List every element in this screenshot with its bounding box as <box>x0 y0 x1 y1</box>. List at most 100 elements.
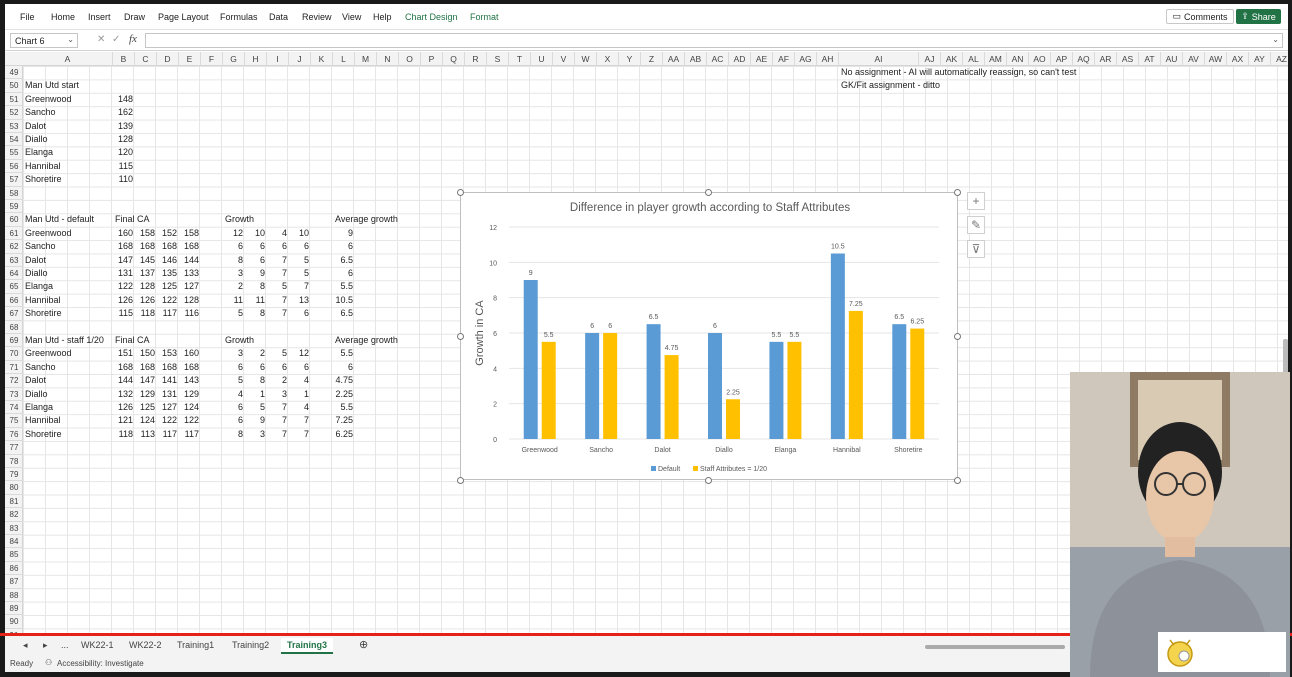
final-ca-value[interactable]: 152 <box>159 227 177 240</box>
player-name[interactable]: Greenwood <box>25 227 72 240</box>
growth-value[interactable]: 6 <box>225 414 243 427</box>
menu-insert[interactable]: Insert <box>88 12 111 22</box>
growth-value[interactable]: 12 <box>291 347 309 360</box>
growth-value[interactable]: 2 <box>269 374 287 387</box>
growth-value[interactable]: 9 <box>247 414 265 427</box>
column-header[interactable]: AA <box>663 52 685 66</box>
column-header[interactable]: AN <box>1007 52 1029 66</box>
resize-handle[interactable] <box>954 333 961 340</box>
start-ca-value[interactable]: 120 <box>115 146 133 159</box>
final-ca-value[interactable]: 168 <box>115 361 133 374</box>
player-name[interactable]: Elanga <box>25 401 53 414</box>
growth-value[interactable]: 11 <box>247 294 265 307</box>
menu-page-layout[interactable]: Page Layout <box>158 12 209 22</box>
row-header[interactable]: 64 <box>5 267 23 281</box>
growth-value[interactable]: 5 <box>247 401 265 414</box>
column-header[interactable]: U <box>531 52 553 66</box>
row-header[interactable]: 88 <box>5 589 23 602</box>
tab-more[interactable]: ... <box>55 638 75 652</box>
resize-handle[interactable] <box>457 189 464 196</box>
start-ca-value[interactable]: 115 <box>115 160 133 173</box>
growth-value[interactable]: 1 <box>291 388 309 401</box>
growth-value[interactable]: 8 <box>247 307 265 320</box>
final-ca-value[interactable]: 127 <box>159 401 177 414</box>
row-header[interactable]: 69 <box>5 334 23 348</box>
final-ca-value[interactable]: 151 <box>115 347 133 360</box>
check-icon[interactable]: ✓ <box>112 34 120 45</box>
header-growth[interactable]: Growth <box>225 213 254 226</box>
average-growth-value[interactable]: 9 <box>335 227 353 240</box>
column-header[interactable]: M <box>355 52 377 66</box>
average-growth-value[interactable]: 6 <box>335 361 353 374</box>
column-header[interactable]: Y <box>619 52 641 66</box>
row-header[interactable]: 51 <box>5 93 23 107</box>
column-header[interactable]: V <box>553 52 575 66</box>
final-ca-value[interactable]: 135 <box>159 267 177 280</box>
final-ca-value[interactable]: 168 <box>115 240 133 253</box>
row-header[interactable]: 74 <box>5 401 23 415</box>
row-header[interactable]: 66 <box>5 294 23 308</box>
column-header[interactable]: D <box>157 52 179 66</box>
growth-value[interactable]: 7 <box>269 414 287 427</box>
start-ca-value[interactable]: 128 <box>115 133 133 146</box>
column-header[interactable]: AF <box>773 52 795 66</box>
column-header[interactable]: AB <box>685 52 707 66</box>
average-growth-value[interactable]: 2.25 <box>335 388 353 401</box>
growth-value[interactable]: 4 <box>225 388 243 401</box>
menu-view[interactable]: View <box>342 12 361 22</box>
column-header[interactable]: AJ <box>919 52 941 66</box>
growth-value[interactable]: 3 <box>225 267 243 280</box>
row-header[interactable]: 54 <box>5 133 23 147</box>
menu-draw[interactable]: Draw <box>124 12 145 22</box>
player-name[interactable]: Dalot <box>25 374 46 387</box>
player-name[interactable]: Hannibal <box>25 160 61 173</box>
resize-handle[interactable] <box>954 477 961 484</box>
menu-file[interactable]: File <box>20 12 35 22</box>
final-ca-value[interactable]: 113 <box>137 428 155 441</box>
column-header[interactable]: R <box>465 52 487 66</box>
cancel-icon[interactable]: ✕ <box>97 34 105 45</box>
final-ca-value[interactable]: 127 <box>181 280 199 293</box>
final-ca-value[interactable]: 122 <box>115 280 133 293</box>
final-ca-value[interactable]: 117 <box>159 428 177 441</box>
final-ca-value[interactable]: 133 <box>181 267 199 280</box>
column-header[interactable]: AP <box>1051 52 1073 66</box>
growth-value[interactable]: 7 <box>269 428 287 441</box>
row-header[interactable]: 83 <box>5 522 23 535</box>
final-ca-value[interactable]: 145 <box>137 254 155 267</box>
column-header[interactable]: AY <box>1249 52 1271 66</box>
column-header[interactable]: AZ <box>1271 52 1288 66</box>
growth-value[interactable]: 5 <box>225 307 243 320</box>
row-header[interactable]: 55 <box>5 146 23 160</box>
final-ca-value[interactable]: 168 <box>137 361 155 374</box>
column-header[interactable]: C <box>135 52 157 66</box>
menu-chart-design[interactable]: Chart Design <box>405 12 458 22</box>
growth-value[interactable]: 4 <box>269 227 287 240</box>
growth-value[interactable]: 6 <box>225 361 243 374</box>
column-header[interactable]: AK <box>941 52 963 66</box>
growth-value[interactable]: 10 <box>291 227 309 240</box>
final-ca-value[interactable]: 144 <box>181 254 199 267</box>
resize-handle[interactable] <box>705 477 712 484</box>
column-header[interactable]: G <box>223 52 245 66</box>
column-header[interactable]: K <box>311 52 333 66</box>
row-header[interactable]: 71 <box>5 361 23 375</box>
column-header[interactable]: AV <box>1183 52 1205 66</box>
column-header[interactable]: AW <box>1205 52 1227 66</box>
start-ca-value[interactable]: 162 <box>115 106 133 119</box>
tab-training3[interactable]: Training3 <box>281 638 334 654</box>
average-growth-value[interactable]: 10.5 <box>335 294 353 307</box>
average-growth-value[interactable]: 7.25 <box>335 414 353 427</box>
player-name[interactable]: Hannibal <box>25 414 61 427</box>
expand-formula-icon[interactable]: ⌄ <box>1272 35 1279 44</box>
header-final-ca[interactable]: Final CA <box>115 213 150 226</box>
comments-button[interactable]: ▭ Comments <box>1166 9 1234 24</box>
row-header[interactable]: 62 <box>5 240 23 254</box>
final-ca-value[interactable]: 115 <box>115 307 133 320</box>
growth-value[interactable]: 8 <box>225 428 243 441</box>
column-header[interactable]: W <box>575 52 597 66</box>
growth-value[interactable]: 6 <box>247 254 265 267</box>
column-header[interactable]: AE <box>751 52 773 66</box>
player-name[interactable]: Shoretire <box>25 428 62 441</box>
column-header[interactable]: L <box>333 52 355 66</box>
